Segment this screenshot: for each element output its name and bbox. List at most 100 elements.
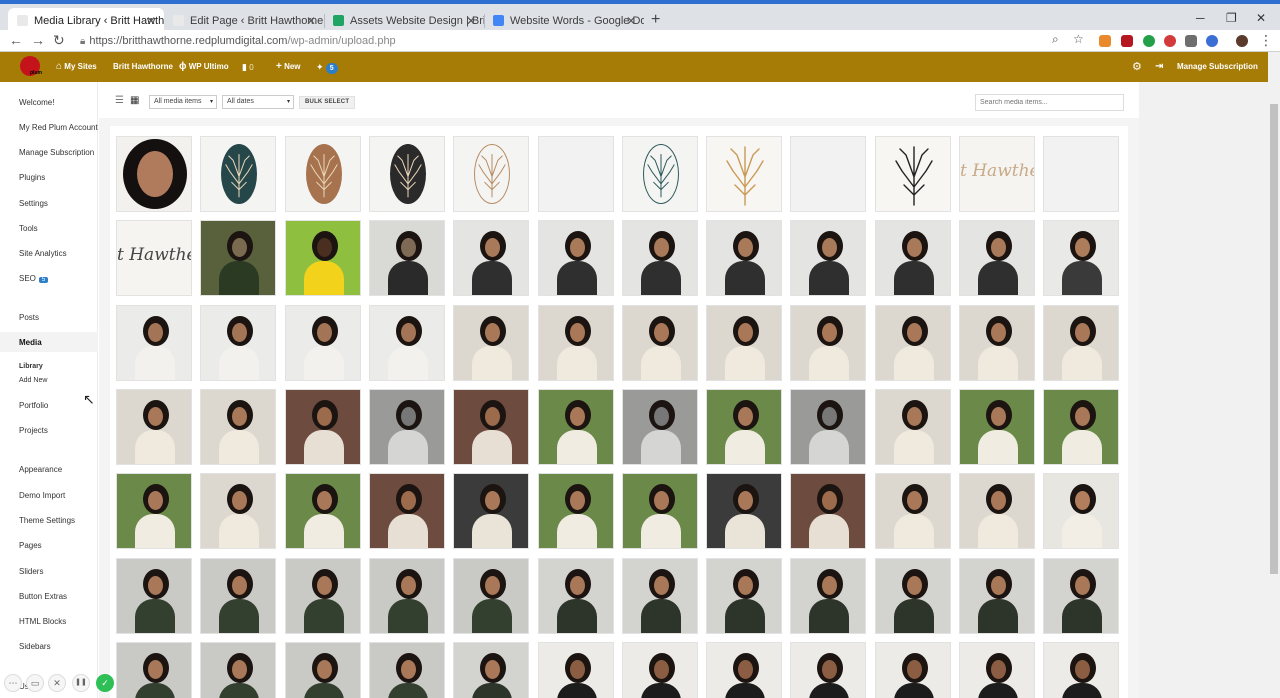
media-thumbnail[interactable]: [538, 136, 614, 212]
media-thumbnail[interactable]: t Hawthe: [116, 220, 192, 296]
media-thumbnail[interactable]: [538, 220, 614, 296]
media-thumbnail[interactable]: [790, 305, 866, 381]
media-thumbnail[interactable]: [875, 473, 951, 549]
recorder-more-button[interactable]: ⋯: [4, 674, 22, 692]
media-thumbnail[interactable]: [790, 389, 866, 465]
comments-link[interactable]: ▮ 0: [242, 52, 254, 82]
media-thumbnail[interactable]: [285, 558, 361, 634]
media-thumbnail[interactable]: [875, 389, 951, 465]
sidebar-item-demo-import[interactable]: Demo Import: [19, 491, 65, 500]
sidebar-item-html-blocks[interactable]: HTML Blocks: [19, 617, 66, 626]
media-thumbnail[interactable]: [1043, 389, 1119, 465]
media-thumbnail[interactable]: [706, 220, 782, 296]
media-thumbnail[interactable]: [1043, 136, 1119, 212]
sidebar-subitem-add-new[interactable]: Add New: [19, 377, 47, 384]
media-thumbnail[interactable]: [369, 305, 445, 381]
media-thumbnail[interactable]: [538, 473, 614, 549]
media-thumbnail[interactable]: [538, 642, 614, 698]
media-thumbnail[interactable]: [116, 642, 192, 698]
media-thumbnail[interactable]: [453, 558, 529, 634]
forward-arrow-icon[interactable]: →: [31, 32, 45, 48]
sidebar-item-theme-settings[interactable]: Theme Settings: [19, 516, 75, 525]
media-thumbnail[interactable]: [116, 305, 192, 381]
media-thumbnail[interactable]: [1043, 305, 1119, 381]
media-thumbnail[interactable]: [116, 389, 192, 465]
media-thumbnail[interactable]: [1043, 558, 1119, 634]
media-thumbnail[interactable]: t Hawthe: [959, 136, 1035, 212]
media-thumbnail[interactable]: [285, 642, 361, 698]
media-thumbnail[interactable]: [369, 220, 445, 296]
recorder-screen-button[interactable]: ▭: [26, 674, 44, 692]
media-thumbnail[interactable]: [959, 558, 1035, 634]
media-thumbnail[interactable]: [285, 389, 361, 465]
media-thumbnail[interactable]: [622, 642, 698, 698]
reload-icon[interactable]: ↻: [53, 32, 65, 49]
media-thumbnail[interactable]: [369, 473, 445, 549]
media-thumbnail[interactable]: [622, 305, 698, 381]
scrollbar[interactable]: [1268, 52, 1280, 698]
media-thumbnail[interactable]: [622, 136, 698, 212]
close-window-button[interactable]: ✕: [1256, 11, 1266, 25]
media-thumbnail[interactable]: [538, 305, 614, 381]
media-thumbnail[interactable]: [875, 558, 951, 634]
recorder-finish-button[interactable]: ✓: [96, 674, 114, 692]
media-type-filter[interactable]: All media items ▾: [149, 95, 217, 109]
recorder-cancel-button[interactable]: ✕: [48, 674, 66, 692]
back-arrow-icon[interactable]: ←: [9, 32, 23, 48]
media-thumbnail[interactable]: [453, 642, 529, 698]
list-view-icon[interactable]: ☰: [115, 96, 125, 106]
media-thumbnail[interactable]: [116, 558, 192, 634]
sidebar-item-pages[interactable]: Pages: [19, 541, 42, 550]
minimize-button[interactable]: ─: [1196, 11, 1205, 25]
media-thumbnail[interactable]: [453, 389, 529, 465]
media-thumbnail[interactable]: [959, 473, 1035, 549]
my-sites-link[interactable]: ⌂ My Sites: [56, 52, 97, 82]
extension-icon[interactable]: [1099, 35, 1111, 47]
media-thumbnail[interactable]: [622, 473, 698, 549]
sidebar-item-my-red-plum-account[interactable]: My Red Plum Account: [19, 123, 98, 132]
media-thumbnail[interactable]: [875, 136, 951, 212]
sidebar-item-posts[interactable]: Posts: [19, 313, 39, 322]
media-thumbnail[interactable]: [200, 473, 276, 549]
media-thumbnail[interactable]: [959, 305, 1035, 381]
media-thumbnail[interactable]: [369, 642, 445, 698]
media-thumbnail[interactable]: [200, 389, 276, 465]
media-thumbnail[interactable]: [790, 642, 866, 698]
media-thumbnail[interactable]: [875, 220, 951, 296]
media-thumbnail[interactable]: [790, 220, 866, 296]
sidebar-item-portfolio[interactable]: Portfolio: [19, 401, 48, 410]
scrollbar-thumb[interactable]: [1270, 104, 1278, 574]
media-thumbnail[interactable]: [706, 558, 782, 634]
gear-icon[interactable]: ⚙: [1132, 52, 1142, 82]
media-thumbnail[interactable]: [706, 389, 782, 465]
media-thumbnail[interactable]: [1043, 220, 1119, 296]
bulk-select-button[interactable]: BULK SELECT: [299, 96, 356, 109]
sidebar-item-sliders[interactable]: Sliders: [19, 567, 43, 576]
media-thumbnail[interactable]: [285, 220, 361, 296]
manage-subscription-link[interactable]: Manage Subscription: [1177, 52, 1258, 82]
sidebar-item-plugins[interactable]: Plugins: [19, 173, 45, 182]
sidebar-item-button-extras[interactable]: Button Extras: [19, 592, 67, 601]
media-thumbnail[interactable]: [706, 305, 782, 381]
site-name-link[interactable]: Britt Hawthorne: [113, 52, 173, 82]
media-thumbnail[interactable]: [875, 305, 951, 381]
media-thumbnail[interactable]: [200, 136, 276, 212]
date-filter[interactable]: All dates ▾: [222, 95, 294, 109]
sidebar-item-tools[interactable]: Tools: [19, 224, 38, 233]
profile-avatar[interactable]: [1236, 35, 1248, 47]
grid-view-icon[interactable]: ▦: [130, 96, 140, 106]
media-thumbnail[interactable]: [706, 642, 782, 698]
sidebar-subitem-library[interactable]: Library: [19, 363, 43, 370]
media-thumbnail[interactable]: [285, 305, 361, 381]
media-thumbnail[interactable]: [959, 220, 1035, 296]
sidebar-item-sidebars[interactable]: Sidebars: [19, 642, 51, 651]
extension-icon[interactable]: [1164, 35, 1176, 47]
media-thumbnail[interactable]: [622, 558, 698, 634]
new-content-link[interactable]: + New: [276, 52, 301, 82]
sidebar-item-settings[interactable]: Settings: [19, 199, 48, 208]
media-thumbnail[interactable]: [116, 136, 192, 212]
media-thumbnail[interactable]: [790, 136, 866, 212]
media-thumbnail[interactable]: [116, 473, 192, 549]
media-thumbnail[interactable]: [200, 558, 276, 634]
wp-ultimo-link[interactable]: ϕ WP Ultimo: [179, 52, 229, 82]
